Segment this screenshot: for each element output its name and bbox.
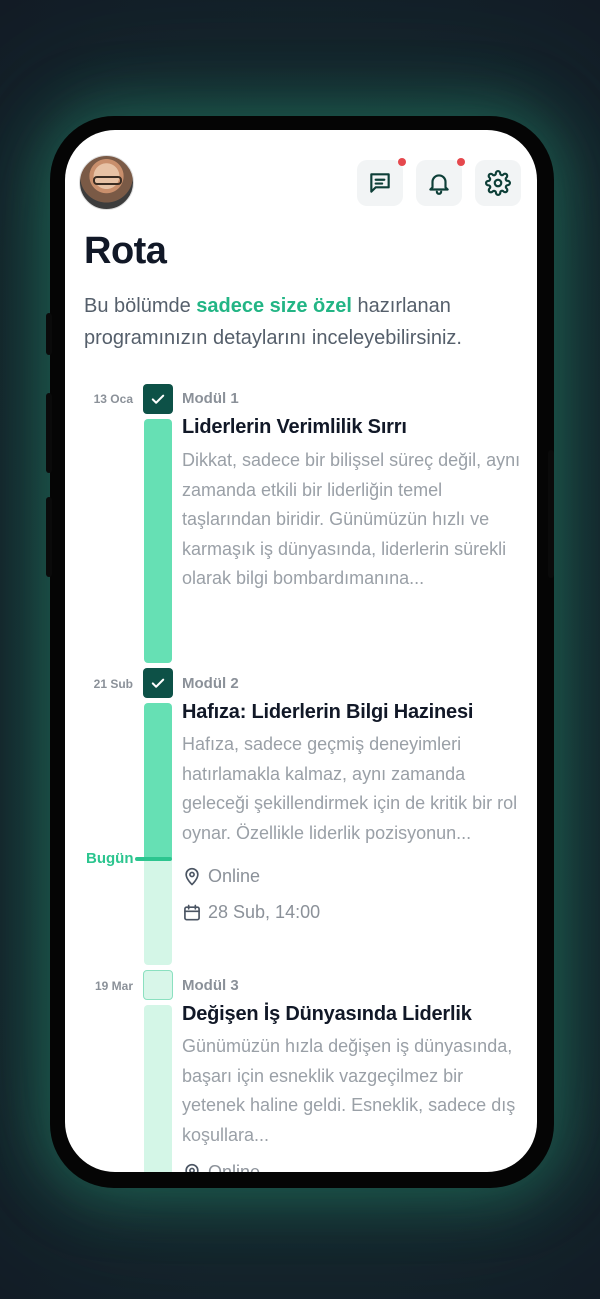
module-description: Dikkat, sadece bir bilişsel süreç değil,… [182, 450, 521, 588]
message-icon [370, 173, 390, 193]
check-icon [151, 394, 165, 404]
page-title: Rota [84, 230, 167, 272]
bell-icon [429, 174, 449, 195]
notification-dot [457, 158, 465, 166]
module-date: 19 Mar [94, 979, 133, 993]
messages-button[interactable] [357, 158, 406, 206]
module-label: Modül 2 [182, 675, 239, 692]
timeline-bar [144, 419, 172, 663]
today-label: Bugün [86, 850, 134, 867]
module-title[interactable]: Hafıza: Liderlerin Bilgi Hazinesi [182, 701, 473, 724]
module-checkbox[interactable] [143, 970, 173, 1000]
settings-button[interactable] [475, 160, 521, 206]
module-checkbox[interactable] [143, 668, 173, 698]
module-location: Online [182, 1162, 260, 1172]
timeline-bar [144, 703, 172, 965]
module-date: 13 Oca [93, 392, 133, 406]
module-location: Online [182, 866, 260, 887]
location-pin-icon [185, 867, 199, 885]
avatar[interactable] [79, 155, 134, 210]
calendar-icon [184, 904, 200, 920]
avatar-glasses [93, 176, 122, 185]
phone-side-button [548, 450, 554, 578]
module-datetime: 28 Sub, 14:00 [182, 902, 320, 923]
gear-icon [485, 170, 511, 196]
module-description: Hafıza, sadece geçmiş deneyimleri hatırl… [182, 734, 518, 843]
module-label: Modül 1 [182, 390, 239, 407]
location-text: Online [208, 1162, 261, 1172]
page-intro: Bu bölümde sadece size özel hazırlanan p… [84, 290, 524, 354]
location-pin-icon [185, 1163, 199, 1172]
module-description: Günümüzün hızla değişen iş dünyasında, b… [182, 1036, 516, 1145]
module-label: Modül 3 [182, 977, 239, 994]
location-text: Online [208, 866, 261, 886]
check-icon [151, 678, 165, 688]
notification-dot [398, 158, 406, 166]
app-screen: Rota Bu bölümde sadece size özel hazırla… [65, 130, 537, 1172]
module-title[interactable]: Liderlerin Verimlilik Sırrı [182, 416, 407, 439]
intro-text: Bu bölümde [84, 295, 197, 317]
phone-side-button [46, 313, 52, 355]
module-date: 21 Sub [93, 677, 133, 691]
timeline-bar [144, 1005, 172, 1172]
today-marker [135, 857, 172, 861]
phone-side-button [46, 497, 52, 577]
phone-side-button [46, 393, 52, 473]
intro-highlight: sadece size özel [196, 295, 352, 317]
datetime-text: 28 Sub, 14:00 [208, 902, 321, 922]
module-checkbox[interactable] [143, 384, 173, 414]
module-title[interactable]: Değişen İş Dünyasında Liderlik [182, 1003, 472, 1026]
notifications-button[interactable] [416, 158, 465, 206]
